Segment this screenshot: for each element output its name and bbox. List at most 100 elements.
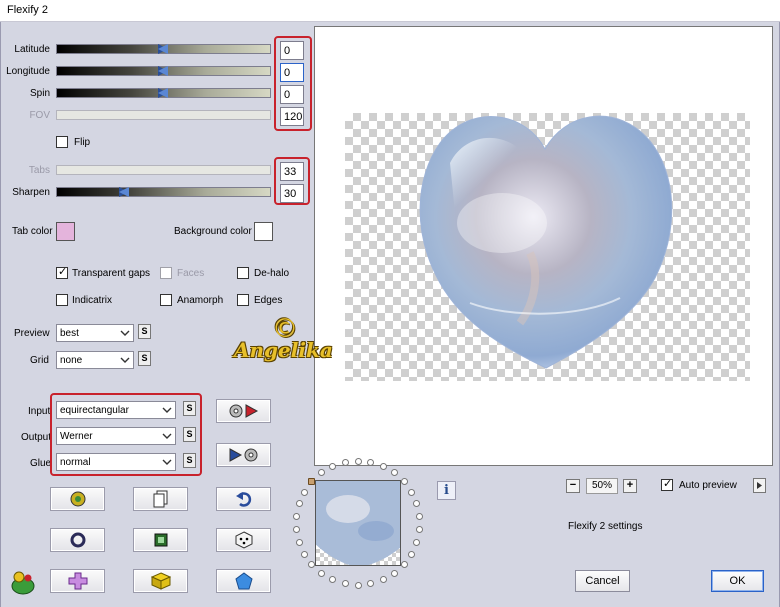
tabs-label: Tabs (28, 165, 50, 176)
navigator-dot (354, 457, 362, 465)
arrow-to-disc-icon (229, 448, 257, 462)
navigator-dot (292, 525, 300, 533)
faces-checkbox (160, 267, 172, 279)
de-halo-label: De-halo (254, 268, 290, 279)
preview-canvas[interactable] (314, 26, 773, 466)
preview-dropdown-value: best (60, 328, 79, 339)
navigator-dot (379, 462, 387, 470)
highlight-box-tabs (274, 157, 310, 205)
navigator-dot (390, 569, 398, 577)
preview-s-button[interactable]: S (138, 324, 151, 339)
input-to-output-button[interactable] (216, 399, 271, 423)
transparent-gaps-checkbox[interactable]: ✓ (56, 266, 68, 279)
sharpen-slider[interactable] (56, 187, 271, 197)
undo-button[interactable] (216, 487, 271, 511)
navigator-dot (400, 478, 408, 485)
longitude-slider[interactable] (56, 66, 271, 76)
gear-paint-icon (70, 491, 85, 507)
longitude-slider-thumb[interactable] (158, 66, 168, 76)
navigator-dot (379, 576, 387, 584)
indicatrix-label: Indicatrix (72, 295, 113, 306)
cube-button[interactable] (133, 569, 188, 593)
preview-label: Preview (14, 328, 50, 339)
fov-label: FOV (29, 110, 50, 121)
chevron-down-icon (120, 330, 130, 336)
sharpen-label: Sharpen (12, 187, 50, 198)
disc-to-arrow-icon (229, 404, 258, 418)
output-to-input-button[interactable] (216, 443, 271, 467)
flexify-logo-icon (10, 571, 36, 598)
de-halo-checkbox[interactable] (237, 267, 249, 279)
latitude-slider[interactable] (56, 44, 271, 54)
randomize-button[interactable] (50, 487, 105, 511)
checkmark-icon: ✓ (663, 478, 673, 490)
grid-dropdown-value: none (60, 355, 83, 366)
ring-icon (70, 532, 85, 548)
navigator-dot (295, 500, 303, 508)
chevron-down-icon (120, 357, 130, 363)
transparent-gaps-label: Transparent gaps (72, 268, 151, 279)
spin-label: Spin (29, 88, 50, 99)
grid-dropdown[interactable]: none (56, 351, 134, 369)
random-dice-button[interactable] (216, 528, 271, 552)
chip-icon (154, 533, 167, 547)
navigator-dot (300, 488, 308, 496)
navigator-dot (318, 569, 326, 577)
document-icon (153, 490, 167, 508)
navigator-dot (292, 513, 300, 521)
navigator-thumbnail[interactable] (315, 480, 401, 566)
settings-label: Flexify 2 settings (568, 521, 643, 532)
flip-label: Flip (74, 137, 91, 148)
tab-color-swatch[interactable] (56, 222, 75, 241)
highlight-box-projection (50, 393, 202, 476)
undo-icon (235, 492, 251, 507)
pentagon-button[interactable] (216, 569, 271, 593)
spin-slider[interactable] (56, 88, 271, 98)
navigator-dot (400, 560, 408, 568)
copy-button[interactable] (133, 487, 188, 511)
ring-button[interactable] (50, 528, 105, 552)
spin-slider-thumb[interactable] (158, 88, 168, 98)
navigator-dot (354, 581, 362, 589)
auto-preview-label: Auto preview (679, 480, 737, 491)
output-label: Output (21, 432, 52, 443)
grid-s-button[interactable]: S (138, 351, 151, 366)
background-color-swatch[interactable] (254, 222, 273, 241)
sharpen-slider-thumb[interactable] (119, 187, 129, 197)
background-color-label: Background color (174, 226, 252, 237)
ok-button[interactable]: OK (711, 570, 764, 592)
fov-slider (56, 110, 271, 120)
thumbnail-heart-image (316, 481, 400, 565)
anamorph-label: Anamorph (177, 295, 224, 306)
navigator-dot (408, 550, 416, 558)
cross-shape-icon (68, 572, 87, 590)
checkmark-icon: ✓ (58, 266, 68, 278)
faces-label: Faces (177, 268, 205, 279)
indicatrix-checkbox[interactable] (56, 294, 68, 306)
input-label: Input (28, 406, 51, 417)
heart-preview-image (419, 115, 673, 369)
square-button[interactable] (133, 528, 188, 552)
flip-checkbox[interactable] (56, 136, 68, 148)
zoom-out-button[interactable]: − (566, 479, 580, 493)
navigator-dot (341, 580, 349, 588)
cancel-button[interactable]: Cancel (575, 570, 630, 592)
navigator-dot (408, 488, 416, 496)
preview-dropdown[interactable]: best (56, 324, 134, 342)
latitude-slider-thumb[interactable] (158, 44, 168, 54)
cross-button[interactable] (50, 569, 105, 593)
info-button[interactable]: i (437, 481, 456, 500)
edges-checkbox[interactable] (237, 294, 249, 306)
chevron-right-icon (757, 482, 762, 489)
cube-icon (150, 572, 171, 590)
anamorph-checkbox[interactable] (160, 294, 172, 306)
auto-preview-checkbox[interactable]: ✓ (661, 478, 673, 491)
tabs-slider (56, 165, 271, 175)
highlight-box-angles (274, 36, 312, 131)
tab-color-label: Tab color (12, 226, 53, 237)
dice-icon (235, 531, 252, 549)
panel-expand-button[interactable] (753, 478, 766, 493)
zoom-in-button[interactable]: + (623, 479, 637, 493)
title-bar: Flexify 2 (0, 0, 780, 22)
latitude-label: Latitude (14, 44, 50, 55)
